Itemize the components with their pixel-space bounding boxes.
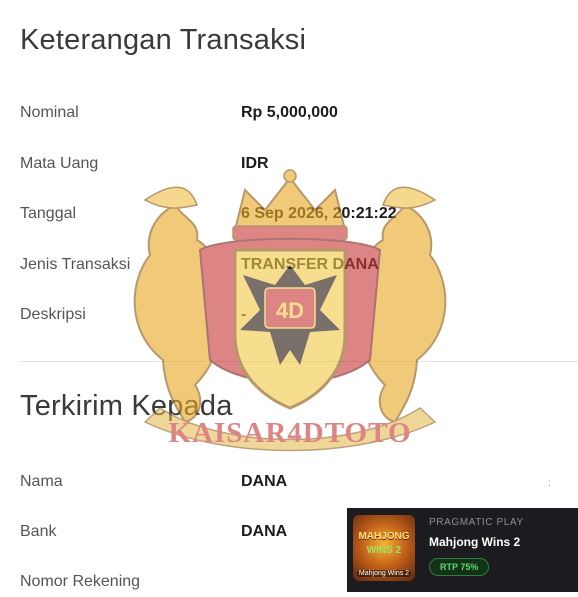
game-promo-card[interactable]: MAHJONG WINS 2 Mahjong Wins 2 PRAGMATIC … (347, 508, 578, 592)
bank-value: DANA (241, 523, 288, 540)
date-label: Tanggal (20, 205, 77, 222)
thumb-caption: Mahjong Wins 2 (357, 570, 411, 577)
date-row: Tanggal 6 Sep 2026, 20:21:22 (20, 205, 578, 229)
transaction-details-title: Keterangan Transaksi (20, 24, 307, 56)
stray-mark: : (548, 478, 551, 489)
nominal-label: Nominal (20, 104, 79, 121)
name-label: Nama (20, 473, 63, 490)
currency-label: Mata Uang (20, 155, 99, 172)
rtp-badge: RTP 75% (429, 558, 490, 576)
nominal-row: Nominal Rp 5,000,000 (20, 104, 578, 128)
bank-label: Bank (20, 523, 57, 540)
nominal-value: Rp 5,000,000 (241, 104, 338, 121)
transaction-type-row: Jenis Transaksi TRANSFER DANA (20, 256, 578, 280)
game-thumbnail[interactable]: MAHJONG WINS 2 Mahjong Wins 2 (353, 515, 415, 581)
recipient-title: Terkirim Kepada (20, 390, 233, 422)
name-row: Nama DANA (20, 473, 578, 497)
name-value: DANA (241, 473, 288, 490)
description-label: Deskripsi (20, 306, 86, 323)
currency-value: IDR (241, 155, 269, 172)
account-number-label: Nomor Rekening (20, 573, 141, 590)
transaction-type-label: Jenis Transaksi (20, 256, 131, 273)
description-value: - (241, 306, 247, 323)
thumb-title-2: WINS 2 (366, 545, 402, 556)
transaction-type-value: TRANSFER DANA (241, 256, 379, 273)
date-value: 6 Sep 2026, 20:21:22 (241, 205, 397, 222)
game-name: Mahjong Wins 2 (429, 535, 521, 549)
description-row: Deskripsi - (20, 306, 578, 330)
section-divider (20, 361, 578, 362)
currency-row: Mata Uang IDR (20, 155, 578, 179)
game-provider: PRAGMATIC PLAY (429, 517, 524, 528)
thumb-title-1: MAHJONG (358, 531, 410, 542)
